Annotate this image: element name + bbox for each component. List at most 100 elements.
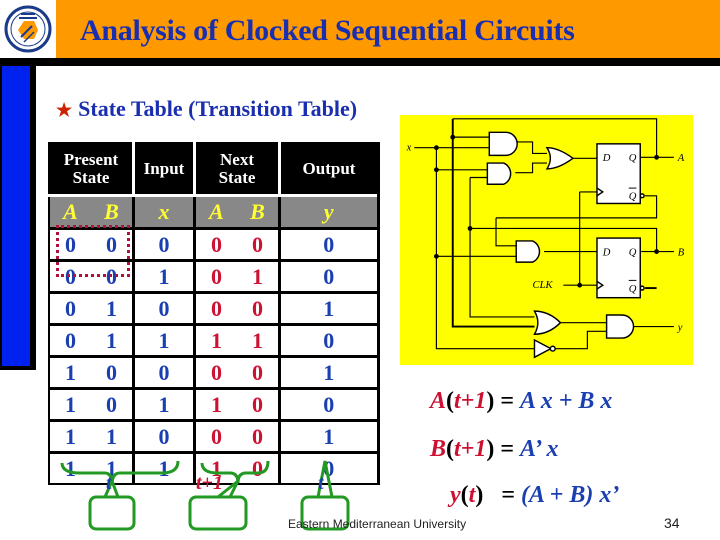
state-table: Present State Input Next State Output AB x… [48,142,380,485]
eq-a-arg: t+1 [454,388,487,414]
callout-next-label: t+1 [196,472,223,494]
present-state-cell: 00 [49,259,135,293]
bullet-heading: ★ State Table (Transition Table) [56,96,357,122]
present-state-cell: 11 [49,419,135,453]
input-x-cell: 0 [133,355,196,389]
next-state-cell: 01 [194,259,281,293]
input-x-cell: 1 [133,387,196,421]
logic-circuit-svg: x A B CLK y D Q Q D Q Q [406,118,685,359]
present-state-cell: 10 [49,387,135,421]
next-a: 0 [211,295,222,321]
header-present-line2: State [72,168,110,187]
next-state-cell: 00 [194,291,281,325]
table-subheader-row: AB x AB y [49,194,380,229]
equation-y: y(t) = (A + B) x’ [450,482,620,508]
next-a: 0 [211,263,222,289]
ffb-d-label: D [602,247,611,258]
input-x-cell: 1 [133,259,196,293]
present-b: 0 [106,359,117,385]
present-a: 0 [65,295,76,321]
header-divider [0,58,720,66]
footer-institution: Eastern Mediterranean University [288,517,467,531]
table-row: 011110 [49,323,380,357]
eq-y-rhs: (A + B) x’ [521,482,620,508]
next-state-cell: 10 [194,387,281,421]
present-a: 0 [65,231,76,257]
subheader-y: y [279,194,380,229]
circuit-label-b: B [678,247,685,258]
brace-present [60,460,180,486]
next-state-cell: 11 [194,323,281,357]
eq-a-lhs: A [430,388,447,414]
next-b: 0 [252,295,263,321]
subheader-next: AB [194,194,281,229]
table-row: 010001 [49,291,380,325]
header-input: Input [133,143,196,196]
next-b: 0 [252,423,263,449]
next-b: 0 [252,231,263,257]
present-state-cell: 01 [49,323,135,357]
header-output: Output [279,143,378,196]
table-header-row: Present State Input Next State Output [49,143,378,196]
and-gate-2 [486,162,512,185]
page-number: 34 [664,515,680,531]
present-b: 1 [106,327,117,353]
bullet-text: State Table (Transition Table) [78,96,358,121]
not-gate [533,338,553,359]
input-x-cell: 1 [133,323,196,357]
output-y-cell: 1 [279,355,380,389]
table-row: 100001 [49,355,380,389]
next-state-cell: 00 [194,227,281,261]
present-a: 0 [65,327,76,353]
present-state-cell: 01 [49,291,135,325]
present-state-cell: 00 [49,227,135,261]
present-b: 0 [106,231,117,257]
and-gate-1 [488,131,518,157]
or-gate-y [533,310,562,335]
or-gate-a [545,146,575,170]
header-present-line1: Present [63,150,119,169]
circuit-diagram: x A B CLK y D Q Q D Q Q [400,115,693,365]
next-b: 1 [252,263,263,289]
ffb-q-label: Q [629,247,637,258]
and-gate-b [515,240,541,263]
ffa-q-label: Q [629,153,637,164]
next-state-cell: 00 [194,355,281,389]
next-b: 1 [252,327,263,353]
eq-b-arg: t+1 [454,436,487,462]
equation-b: B(t+1) = A’ x [430,436,559,462]
callout-box-next [188,495,248,531]
equation-a: A(t+1) = A x + B x [430,388,613,414]
callout-present-label: t [106,472,112,494]
present-b: 0 [106,263,117,289]
logo-container [0,0,56,58]
next-a: 1 [211,327,222,353]
present-b: 1 [106,423,117,449]
slide-title: Analysis of Clocked Sequential Circuits [80,14,575,47]
output-y-cell: 1 [279,419,380,453]
present-a: 1 [65,359,76,385]
subheader-next-a: A [209,199,224,224]
header-next-line1: Next [220,150,254,169]
present-b: 1 [106,295,117,321]
input-x-cell: 0 [133,227,196,261]
ffa-qbar-label: Q [629,192,637,203]
subheader-b: B [104,199,119,224]
input-x-cell: 0 [133,419,196,453]
input-x-cell: 0 [133,291,196,325]
output-y-cell: 0 [279,259,380,293]
and-gate-y [605,314,635,339]
present-b: 0 [106,391,117,417]
callout-box-present [88,495,136,531]
output-y-cell: 0 [279,227,380,261]
eq-a-rhs: A x + B x [520,388,613,414]
side-accent-bar [2,66,30,366]
present-a: 0 [65,263,76,289]
next-a: 0 [211,359,222,385]
eq-y-lhs: y [450,482,461,508]
table-row: 110001 [49,419,380,453]
header-next-state: Next State [194,143,281,196]
table-row: 101100 [49,387,380,421]
circuit-label-y: y [677,322,683,333]
subheader-next-b: B [250,199,265,224]
